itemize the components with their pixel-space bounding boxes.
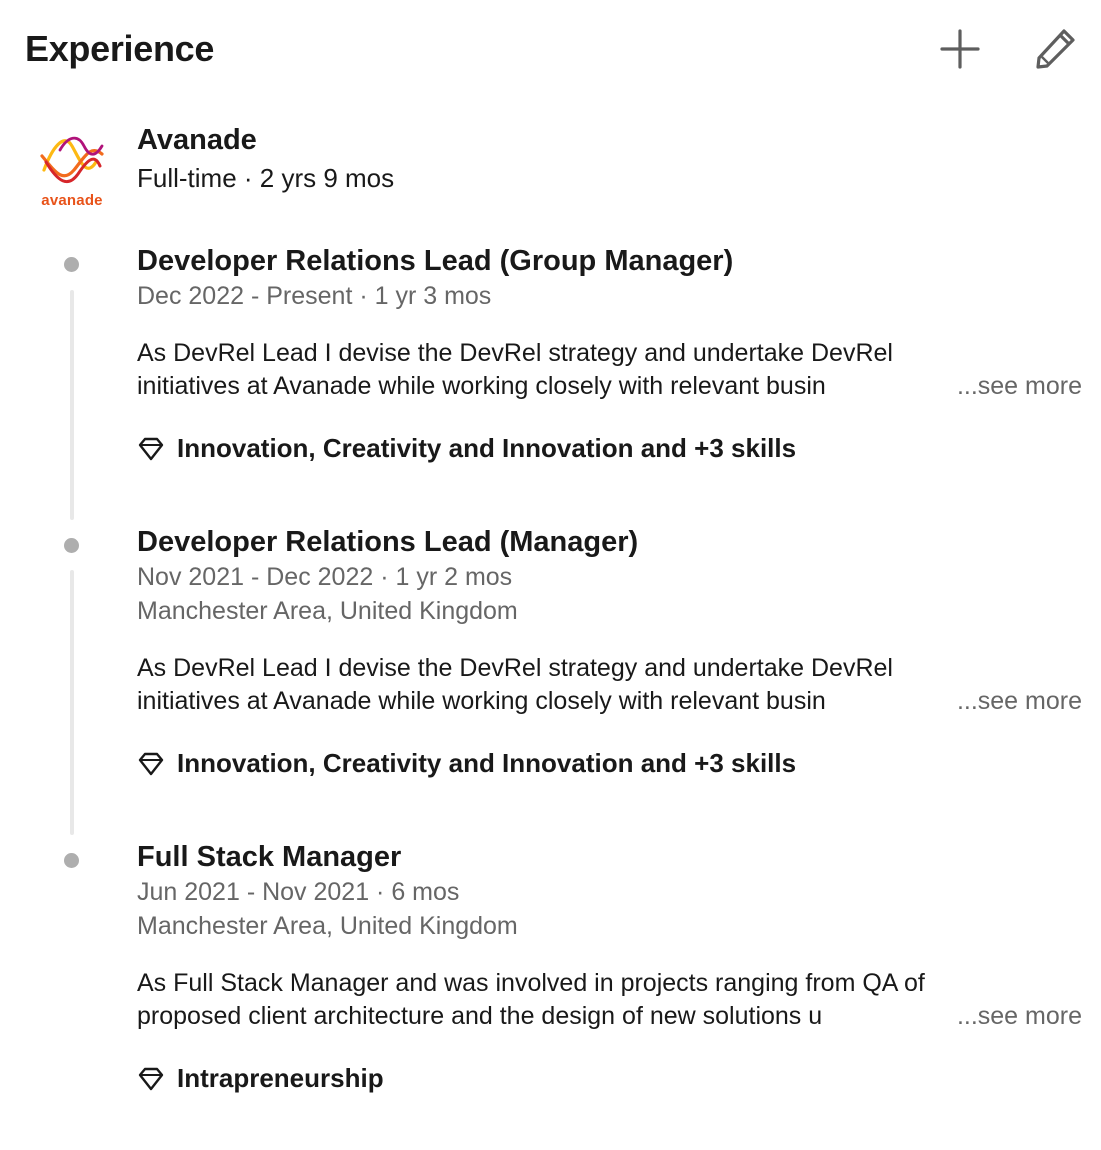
position-description: As DevRel Lead I devise the DevRel strat…	[137, 652, 1082, 718]
description-line: initiatives at Avanade while working clo…	[137, 687, 826, 715]
skills-row[interactable]: Innovation, Creativity and Innovation an…	[137, 748, 1087, 779]
company-employment-meta: Full-time · 2 yrs 9 mos	[137, 163, 395, 193]
description-line: As DevRel Lead I devise the DevRel strat…	[137, 339, 893, 367]
position-title[interactable]: Developer Relations Lead (Manager)	[137, 524, 1087, 560]
skills-text: Innovation, Creativity and Innovation an…	[177, 433, 797, 463]
skills-row[interactable]: Innovation, Creativity and Innovation an…	[137, 433, 1087, 464]
description-line: initiatives at Avanade while working clo…	[137, 372, 826, 400]
section-title: Experience	[25, 28, 215, 69]
skills-text: Intrapreneurship	[177, 1063, 384, 1093]
position-location: Manchester Area, United Kingdom	[137, 597, 518, 625]
position-description: As Full Stack Manager and was involved i…	[137, 967, 1082, 1033]
timeline-dot	[64, 853, 79, 868]
description-ellipsis: ...	[956, 687, 978, 715]
diamond-icon	[138, 437, 164, 460]
position-dates: Dec 2022 - Present · 1 yr 3 mos	[137, 282, 492, 310]
position-title[interactable]: Full Stack Manager	[137, 839, 1087, 875]
position-item: Full Stack Manager Jun 2021 - Nov 2021 ·…	[137, 839, 1087, 1094]
timeline-connector	[70, 290, 74, 520]
logo-wordmark: avanade	[41, 192, 103, 209]
timeline-connector	[70, 570, 74, 835]
skills-row[interactable]: Intrapreneurship	[137, 1063, 1087, 1094]
see-more-link[interactable]: see more	[978, 370, 1082, 403]
description-ellipsis: ...	[956, 1002, 978, 1030]
add-experience-button[interactable]	[936, 25, 984, 73]
position-description: As DevRel Lead I devise the DevRel strat…	[137, 337, 1082, 403]
description-line: As Full Stack Manager and was involved i…	[137, 969, 925, 997]
timeline-dot	[64, 257, 79, 272]
see-more-link[interactable]: see more	[978, 1000, 1082, 1033]
position-location: Manchester Area, United Kingdom	[137, 912, 518, 940]
plus-icon	[940, 29, 980, 69]
position-item: Developer Relations Lead (Group Manager)…	[137, 243, 1087, 464]
position-dates: Nov 2021 - Dec 2022 · 1 yr 2 mos	[137, 563, 513, 591]
company-logo[interactable]: avanade	[38, 126, 106, 210]
position-dates: Jun 2021 - Nov 2021 · 6 mos	[137, 878, 460, 906]
edit-experience-button[interactable]	[1031, 25, 1079, 73]
skills-text: Innovation, Creativity and Innovation an…	[177, 748, 797, 778]
diamond-icon	[138, 752, 164, 775]
description-ellipsis: ...	[956, 372, 978, 400]
see-more-link[interactable]: see more	[978, 685, 1082, 718]
pencil-icon	[1036, 29, 1075, 69]
diamond-icon	[138, 1067, 164, 1090]
description-line: proposed client architecture and the des…	[137, 1002, 823, 1030]
position-title[interactable]: Developer Relations Lead (Group Manager)	[137, 243, 1087, 279]
timeline-dot	[64, 538, 79, 553]
avanade-logo-icon	[40, 136, 104, 184]
description-line: As DevRel Lead I devise the DevRel strat…	[137, 654, 893, 682]
position-item: Developer Relations Lead (Manager) Nov 2…	[137, 524, 1087, 779]
company-name[interactable]: Avanade	[137, 124, 257, 157]
